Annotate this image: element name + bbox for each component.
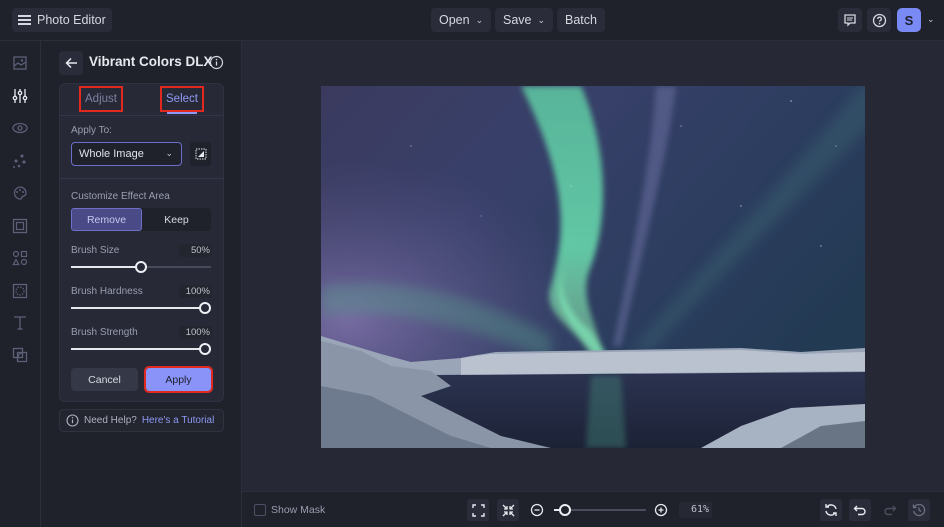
mask-icon: [195, 148, 206, 160]
save-menu-button[interactable]: Save ⌄: [495, 8, 554, 32]
customize-effect-label: Customize Effect Area: [71, 191, 170, 202]
undo-button[interactable]: [849, 499, 871, 521]
zoom-in-icon: [654, 503, 668, 517]
bottom-bar: Show Mask 61%: [242, 491, 944, 527]
shrink-icon: [502, 504, 514, 516]
brush-hardness-label: Brush Hardness: [71, 286, 143, 297]
adjustments-icon[interactable]: [11, 87, 29, 105]
zoom-handle[interactable]: [559, 504, 572, 516]
help-text: Need Help?: [84, 415, 137, 426]
brush-strength-value[interactable]: 100%: [179, 326, 212, 339]
slider-fill: [71, 307, 205, 309]
history-button[interactable]: [908, 499, 930, 521]
text-icon[interactable]: [11, 314, 29, 332]
effect-card: Adjust Select Apply To: Whole Image ⌄ Cu…: [59, 83, 224, 402]
info-icon: [66, 414, 79, 427]
refresh-icon: [825, 504, 837, 516]
brush-strength-slider[interactable]: [71, 343, 211, 355]
show-mask-label: Show Mask: [271, 504, 326, 516]
apply-to-value: Whole Image: [79, 148, 144, 160]
active-tab-indicator: [167, 112, 197, 114]
help-icon: [872, 13, 886, 27]
fit-to-screen-button[interactable]: [467, 499, 489, 521]
divider: [60, 115, 223, 116]
remove-option[interactable]: Remove: [71, 208, 142, 231]
main-menu-button[interactable]: Photo Editor: [12, 8, 112, 32]
canvas-area: [242, 41, 944, 491]
show-mask-checkbox[interactable]: [254, 504, 266, 516]
zoom-out-button[interactable]: [526, 499, 548, 521]
brush-hardness-value[interactable]: 100%: [179, 285, 212, 298]
photo-aurora-landscape[interactable]: [321, 86, 865, 448]
help-bar: Need Help? Here's a Tutorial: [59, 409, 224, 432]
zoom-percent[interactable]: 61%: [679, 502, 712, 518]
cancel-button[interactable]: Cancel: [71, 368, 138, 391]
brush-hardness-slider[interactable]: [71, 302, 211, 314]
slider-handle[interactable]: [135, 261, 147, 273]
frame-icon[interactable]: [11, 217, 29, 235]
brush-size-label: Brush Size: [71, 245, 120, 256]
open-menu-button[interactable]: Open ⌄: [431, 8, 492, 32]
history-icon: [912, 503, 926, 517]
zoom-in-button[interactable]: [650, 499, 672, 521]
info-icon: [209, 55, 224, 70]
redo-icon: [884, 505, 897, 516]
open-label: Open: [439, 13, 470, 27]
tab-adjust[interactable]: Adjust: [79, 86, 123, 112]
sparkle-effects-icon[interactable]: [11, 152, 29, 170]
zoom-slider[interactable]: [554, 504, 646, 516]
effect-area-toggle: Remove Keep: [71, 208, 211, 231]
tab-select[interactable]: Select: [160, 86, 204, 112]
brush-strength-label: Brush Strength: [71, 327, 138, 338]
actual-size-button[interactable]: [497, 499, 519, 521]
photo-image: [321, 86, 865, 448]
invert-mask-button[interactable]: [190, 142, 211, 166]
slider-handle[interactable]: [199, 343, 211, 355]
reset-button[interactable]: [820, 499, 842, 521]
tutorial-link[interactable]: Here's a Tutorial: [142, 415, 215, 426]
expand-icon: [471, 503, 485, 517]
tool-rail: [0, 41, 41, 527]
brush-size-slider[interactable]: [71, 261, 211, 273]
effect-panel: Vibrant Colors DLX Adjust Select Apply T…: [41, 41, 242, 527]
zoom-out-icon: [530, 503, 544, 517]
chevron-down-icon[interactable]: ⌄: [927, 14, 935, 25]
eye-icon[interactable]: [11, 119, 29, 137]
palette-icon[interactable]: [11, 184, 29, 202]
chevron-down-icon: ⌄: [475, 14, 484, 25]
overlay-icon[interactable]: [11, 346, 29, 364]
batch-button[interactable]: Batch: [557, 8, 605, 32]
feedback-button[interactable]: [838, 8, 862, 32]
info-button[interactable]: [209, 55, 224, 75]
slider-fill: [71, 266, 141, 268]
help-button[interactable]: [867, 8, 891, 32]
batch-label: Batch: [565, 13, 597, 27]
chevron-down-icon: ⌄: [537, 14, 546, 25]
apply-to-label: Apply To:: [71, 125, 112, 136]
user-avatar[interactable]: S: [897, 8, 921, 32]
brush-size-value[interactable]: 50%: [179, 244, 212, 257]
keep-option[interactable]: Keep: [142, 208, 211, 231]
slider-fill: [71, 348, 205, 350]
texture-icon[interactable]: [11, 282, 29, 300]
top-bar: Photo Editor Open ⌄ Save ⌄ Batch S ⌄: [0, 0, 944, 41]
chevron-down-icon: ⌄: [165, 148, 173, 158]
slider-handle[interactable]: [199, 302, 211, 314]
shapes-icon[interactable]: [11, 249, 29, 267]
image-icon[interactable]: [11, 54, 29, 72]
apply-button[interactable]: Apply: [144, 366, 213, 393]
undo-icon: [853, 505, 866, 516]
app-title: Photo Editor: [37, 13, 106, 27]
hamburger-icon: [18, 15, 31, 25]
save-label: Save: [503, 13, 532, 27]
arrow-left-icon: [64, 57, 77, 69]
apply-to-select[interactable]: Whole Image ⌄: [71, 142, 182, 166]
comment-icon: [844, 14, 856, 27]
back-button[interactable]: [59, 51, 83, 75]
redo-button[interactable]: [879, 499, 901, 521]
divider: [60, 178, 223, 179]
panel-title: Vibrant Colors DLX: [89, 54, 213, 69]
